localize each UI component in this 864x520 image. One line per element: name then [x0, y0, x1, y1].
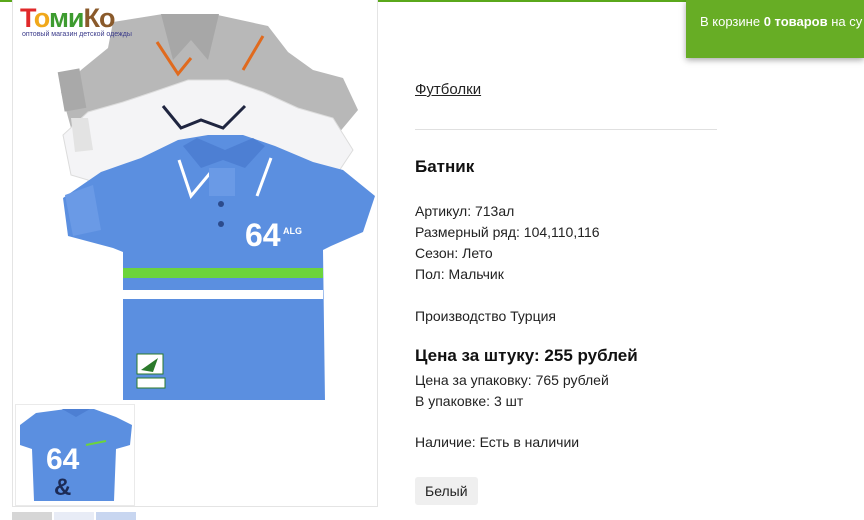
breadcrumb-category-link[interactable]: Футболки — [415, 81, 481, 98]
product-article: Артикул: 713ал — [415, 203, 515, 219]
cart-summary[interactable]: В корзине 0 товаров на су — [686, 0, 864, 58]
divider — [415, 129, 717, 130]
site-logo[interactable]: ТомиКо оптовый магазин детской одежды — [18, 4, 138, 38]
cart-count: 0 товаров — [763, 14, 828, 29]
product-gallery: 64 ALG 64 & — [12, 0, 378, 507]
thumbnail-strip — [12, 512, 136, 520]
color-variant-button[interactable]: Белый — [415, 477, 478, 505]
product-sizes: Размерный ряд: 104,110,116 — [415, 224, 600, 240]
back-print-amp: & — [54, 474, 71, 501]
product-title: Батник — [415, 157, 475, 176]
pack-quantity: В упаковке: 3 шт — [415, 393, 524, 409]
back-print-number: 64 — [46, 443, 80, 476]
price-per-unit: Цена за штуку: 255 рублей — [415, 346, 638, 365]
price-per-pack: Цена за упаковку: 765 рублей — [415, 372, 609, 388]
availability-status: Наличие: Есть в наличии — [415, 434, 580, 450]
logo-wordmark: ТомиКо — [20, 3, 115, 33]
product-origin: Производство Турция — [415, 308, 556, 324]
back-view-thumbnail-image: 64 & — [20, 409, 132, 501]
product-main-image[interactable]: 64 ALG — [13, 0, 377, 400]
product-season: Сезон: Лето — [415, 245, 493, 261]
front-print-small: ALG — [283, 226, 302, 236]
product-thumbnail[interactable]: 64 & — [15, 404, 135, 506]
cart-summary-text: В корзине 0 товаров на су — [700, 14, 863, 29]
product-gender: Пол: Мальчик — [415, 266, 504, 282]
blue-polo-shirt — [63, 135, 375, 400]
logo-tagline: оптовый магазин детской одежды — [22, 31, 132, 38]
front-print-number: 64 — [245, 217, 281, 253]
